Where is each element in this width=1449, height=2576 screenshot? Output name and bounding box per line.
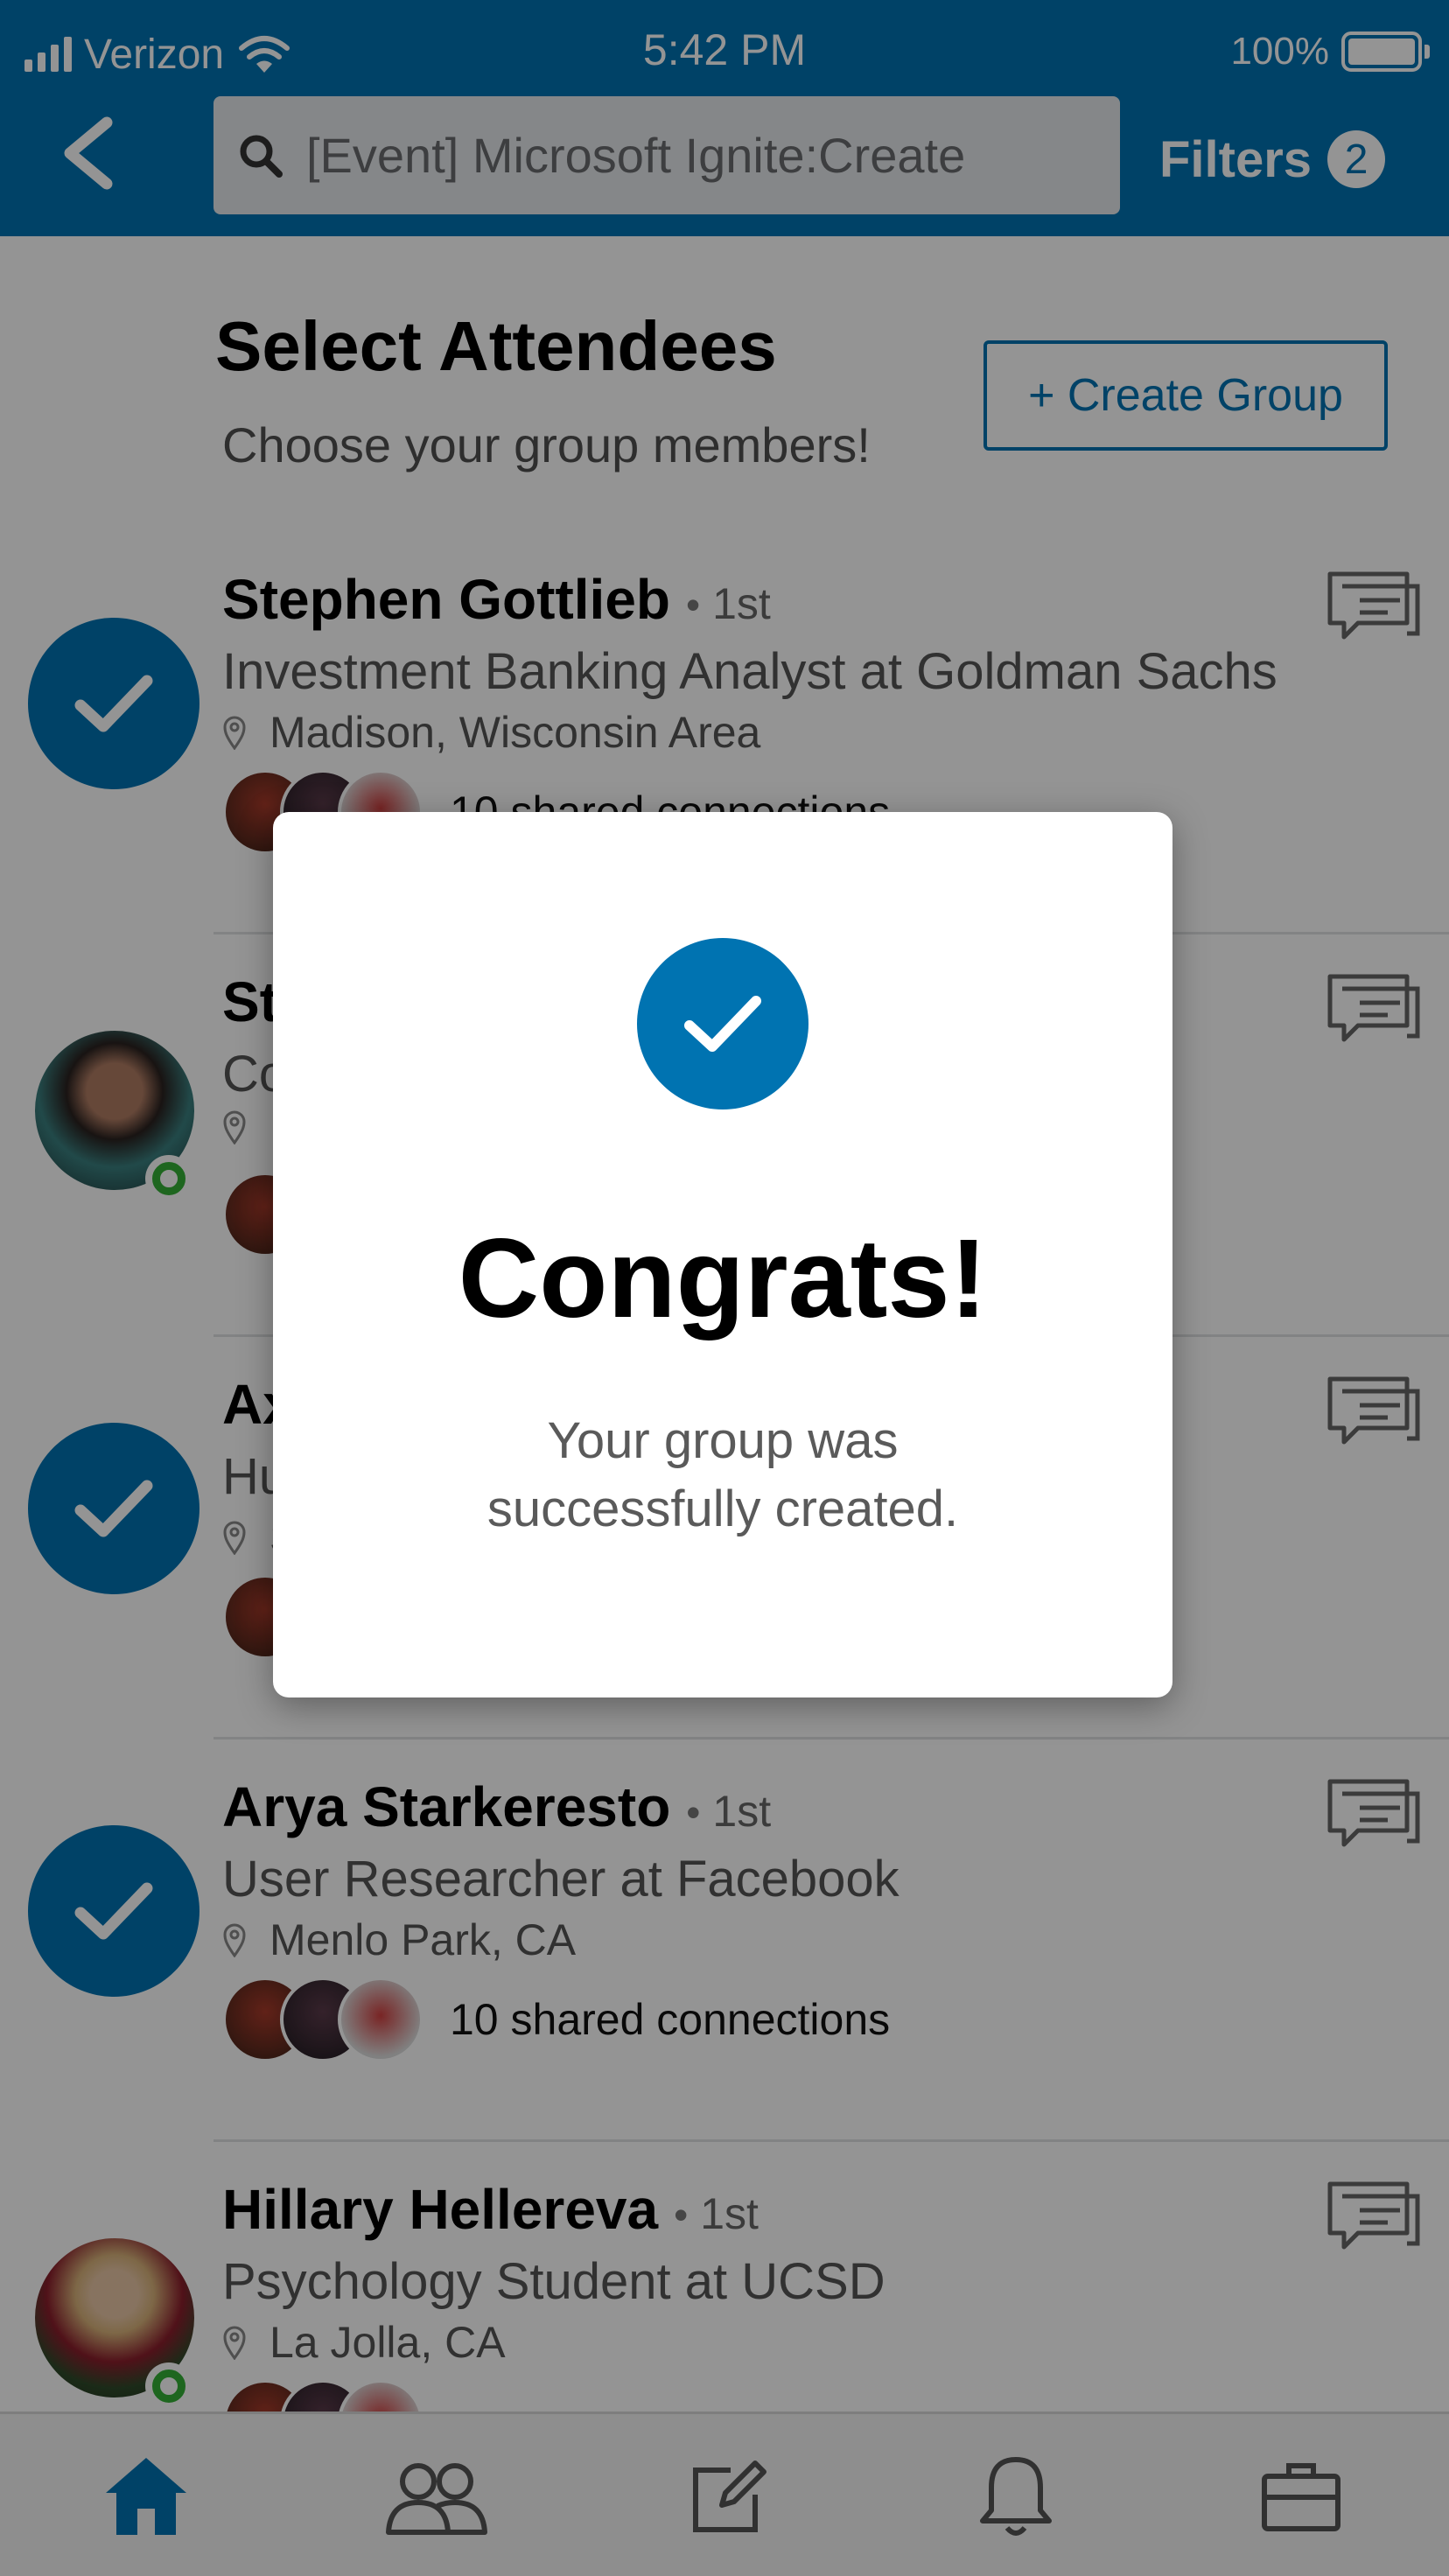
dialog-title: Congrats!	[458, 1216, 988, 1341]
success-check-icon	[637, 938, 808, 1110]
success-dialog: Congrats! Your group was successfully cr…	[273, 812, 1172, 1698]
dialog-message: Your group was successfully created.	[486, 1412, 959, 1537]
